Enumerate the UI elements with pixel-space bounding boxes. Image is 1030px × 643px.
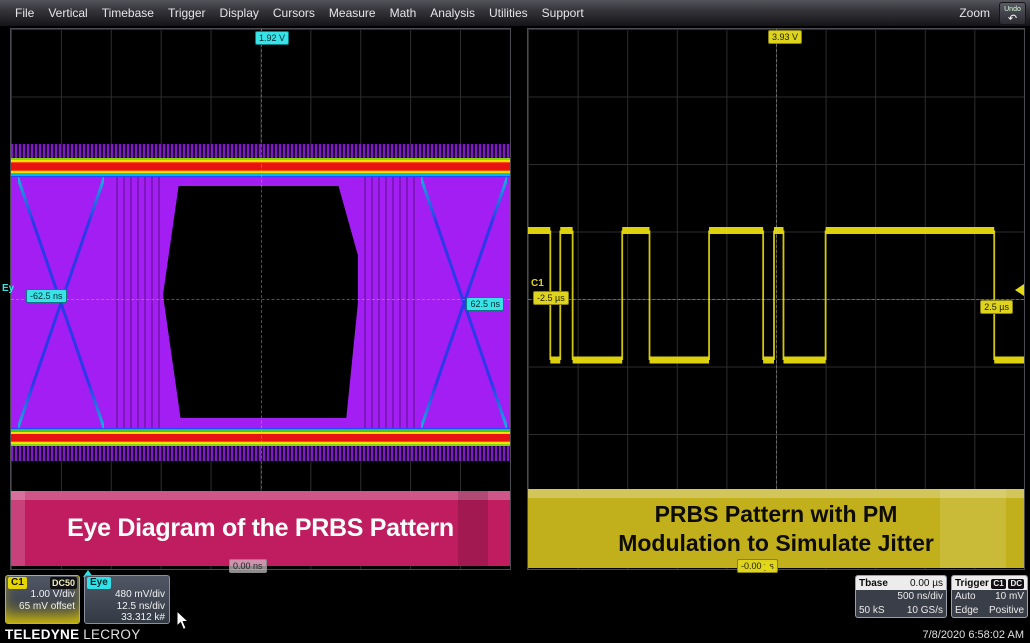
tbase-delay-value: 0.00 µs [910, 578, 943, 589]
eye-volts-per-div: 480 mV/div [85, 589, 169, 601]
eye-noise-texture [111, 177, 163, 428]
trigger-type: Edge [955, 604, 978, 618]
zoom-label[interactable]: Zoom [959, 6, 990, 20]
channel-c1-descriptor[interactable]: C1 DC50 1.00 V/div 65 mV offset [5, 575, 80, 624]
menu-item-measure[interactable]: Measure [322, 0, 383, 26]
eye-noise-texture [359, 177, 417, 428]
eye-timebase-badge: 0.00 ns [229, 559, 267, 573]
c1-volts-per-div: 1.00 V/div [6, 589, 79, 601]
trigger-descriptor[interactable]: Trigger C1 DC Auto 10 mV Edge Positive [951, 575, 1028, 618]
prbs-banner-line1: PRBS Pattern with PM [655, 500, 898, 528]
trigger-position-marker[interactable] [761, 562, 773, 570]
c1-trace-label: C1 [531, 278, 544, 289]
eye-trace-chip: Eye [87, 577, 111, 589]
oscilloscope-screen: File Vertical Timebase Trigger Display C… [0, 0, 1030, 643]
tbase-label: Tbase [859, 578, 888, 589]
eye-top-level-badge: 1.92 V [255, 31, 289, 45]
menu-item-display[interactable]: Display [213, 0, 266, 26]
c1-offset: 65 mV offset [6, 601, 79, 613]
menu-item-support[interactable]: Support [535, 0, 591, 26]
datetime-display: 7/8/2020 6:58:02 AM [922, 629, 1024, 641]
eye-trace-descriptor[interactable]: Eye 480 mV/div 12.5 ns/div 33.312 k# [84, 575, 170, 624]
tbase-time-per-div: 500 ns/div [897, 590, 943, 604]
eye-banner-title: Eye Diagram of the PRBS Pattern [67, 514, 454, 543]
trigger-coupling-chip: DC [1008, 579, 1024, 589]
eye-left-cursor-badge[interactable]: -62.5 ns [26, 289, 67, 303]
brand-lecroy: LECROY [83, 627, 140, 642]
c1-right-time-badge: 2.5 µs [980, 300, 1013, 314]
eye-sweep-count: 33.312 k# [85, 612, 169, 624]
trigger-label: Trigger [955, 578, 989, 589]
trigger-source-chip: C1 [991, 579, 1005, 589]
timebase-descriptor[interactable]: Tbase 0.00 µs 500 ns/div 50 kS 10 GS/s [855, 575, 947, 618]
trigger-level: 10 mV [995, 590, 1024, 604]
menu-item-file[interactable]: File [8, 0, 41, 26]
brand-teledyne: TELEDYNE [5, 627, 79, 642]
menu-bar: File Vertical Timebase Trigger Display C… [0, 0, 1030, 27]
mouse-cursor [176, 610, 190, 636]
c1-channel-chip: C1 [8, 577, 27, 589]
prbs-banner: PRBS Pattern with PM Modulation to Simul… [528, 489, 1024, 568]
menu-item-cursors[interactable]: Cursors [266, 0, 322, 26]
menu-item-trigger[interactable]: Trigger [161, 0, 213, 26]
menu-item-timebase[interactable]: Timebase [95, 0, 161, 26]
trigger-mode: Auto [955, 590, 976, 604]
trigger-level-marker[interactable] [1015, 284, 1024, 296]
tbase-samples: 50 kS [859, 604, 885, 618]
undo-button[interactable]: Undo ↶ [999, 2, 1026, 25]
c1-left-time-badge: -2.5 µs [533, 291, 569, 305]
prbs-banner-line2: Modulation to Simulate Jitter [618, 529, 934, 557]
eye-trace-label: Ey [2, 283, 14, 294]
eye-right-cursor-badge[interactable]: 62.5 ns [466, 297, 504, 311]
menu-item-math[interactable]: Math [383, 0, 424, 26]
prbs-waveform-graticule[interactable]: PRBS Pattern with PM Modulation to Simul… [527, 28, 1025, 570]
c1-top-level-badge: 3.93 V [768, 30, 802, 44]
c1-coupling-chip: DC50 [50, 577, 77, 589]
trigger-slope: Positive [989, 604, 1024, 618]
eye-time-per-div: 12.5 ns/div [85, 601, 169, 613]
eye-banner: Eye Diagram of the PRBS Pattern [11, 491, 510, 566]
menu-item-analysis[interactable]: Analysis [423, 0, 482, 26]
eye-diagram-graticule[interactable]: Eye Diagram of the PRBS Pattern 1.92 V -… [10, 28, 511, 570]
center-horizontal-axis [11, 299, 510, 300]
undo-arrow-icon: ↶ [1000, 14, 1025, 24]
center-horizontal-axis [528, 299, 1024, 300]
tbase-sample-rate: 10 GS/s [907, 604, 943, 618]
menu-item-utilities[interactable]: Utilities [482, 0, 535, 26]
brand-logo: TELEDYNE LECROY [5, 627, 141, 642]
menu-item-vertical[interactable]: Vertical [41, 0, 94, 26]
